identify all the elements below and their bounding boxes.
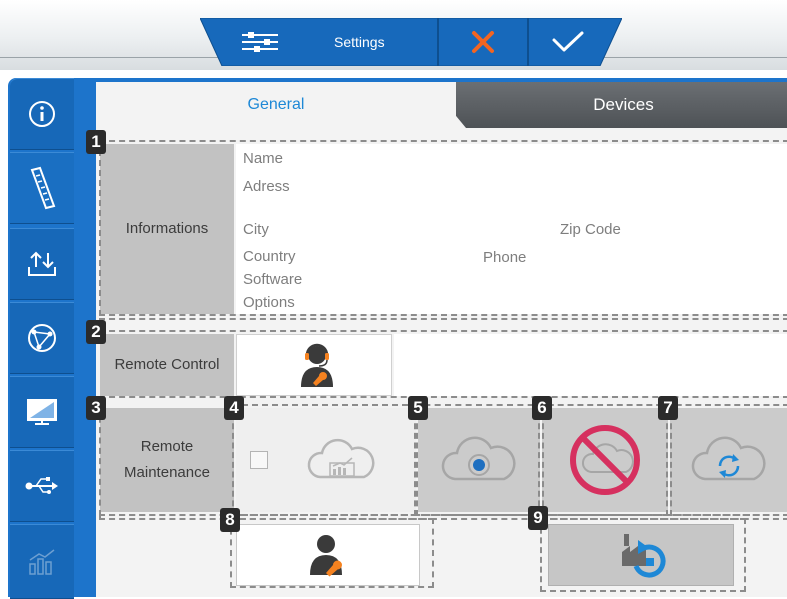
tab-devices[interactable]: Devices	[420, 82, 787, 128]
remote-maintenance-label-line2: Maintenance	[124, 464, 210, 481]
remote-control-label-cell: Remote Control	[100, 334, 234, 396]
forbidden-cloud-icon	[570, 425, 640, 495]
cloud-target-icon	[441, 436, 516, 481]
phone-field[interactable]: Phone	[483, 249, 526, 266]
cancel-button[interactable]	[438, 18, 528, 66]
cloud-connect-tile[interactable]	[418, 408, 540, 512]
confirm-button[interactable]	[528, 18, 608, 66]
cloud-sync-tile[interactable]	[670, 408, 787, 512]
network-icon	[28, 324, 56, 352]
callout-badge-8: 8	[220, 508, 240, 532]
toolbar: Settings	[200, 18, 622, 66]
callout-badge-4: 4	[224, 396, 244, 420]
remote-maintenance-label-line1: Remote	[140, 438, 194, 455]
settings-button[interactable]: Settings	[230, 18, 438, 66]
remote-maintenance-label-cell: Remote Maintenance	[100, 408, 234, 512]
service-access-button[interactable]	[236, 524, 420, 586]
remote-control-label: Remote Control	[114, 356, 220, 373]
factory-reset-button[interactable]	[548, 524, 734, 586]
callout-badge-1: 1	[86, 130, 106, 154]
adress-field[interactable]: Adress	[243, 178, 290, 195]
remote-control-panel	[394, 334, 787, 396]
sliders-icon	[242, 32, 278, 52]
ruler-icon	[30, 166, 56, 210]
cloud-statistics-tile[interactable]	[236, 408, 416, 512]
check-icon	[552, 31, 584, 52]
cloud-disabled-tile[interactable]	[542, 408, 668, 512]
tab-separator	[420, 82, 466, 128]
informations-panel: Name Adress City Zip Code Country Phone …	[236, 144, 787, 314]
close-icon	[472, 31, 494, 53]
sidebar-item-statistics[interactable]	[10, 524, 74, 599]
tab-general[interactable]: General	[96, 82, 456, 128]
usb-icon	[25, 477, 58, 494]
sidebar-item-transfer[interactable]	[10, 228, 74, 300]
sidebar-item-usb[interactable]	[10, 450, 74, 522]
callout-badge-7: 7	[658, 396, 678, 420]
callout-badge-3: 3	[86, 396, 106, 420]
sidebar-item-measure[interactable]	[10, 152, 74, 224]
factory-reset-icon	[622, 534, 666, 578]
name-field[interactable]: Name	[243, 150, 283, 167]
tab-underline	[96, 128, 787, 136]
settings-label: Settings	[334, 34, 385, 50]
country-field[interactable]: Country	[243, 248, 296, 265]
chart-icon	[29, 548, 55, 575]
callout-badge-5: 5	[408, 396, 428, 420]
tab-general-label: General	[247, 96, 305, 113]
info-icon	[29, 101, 55, 127]
informations-label: Informations	[125, 220, 209, 237]
monitor-icon	[27, 399, 57, 425]
city-field[interactable]: City	[243, 221, 269, 238]
cloud-statistics-checkbox[interactable]	[250, 451, 268, 469]
transfer-icon	[28, 251, 56, 276]
software-field: Software	[243, 271, 303, 288]
technician-icon	[310, 535, 342, 577]
cloud-chart-icon	[307, 438, 375, 479]
tab-devices-label: Devices	[593, 95, 654, 114]
informations-label-cell: Informations	[100, 144, 234, 314]
zip-code-field[interactable]: Zip Code	[560, 221, 621, 238]
sidebar-item-info[interactable]	[10, 78, 74, 150]
callout-badge-9: 9	[528, 506, 548, 530]
sidebar-item-network[interactable]	[10, 302, 74, 374]
support-agent-icon	[301, 343, 333, 387]
sidebar-item-display[interactable]	[10, 376, 74, 448]
options-field: Options	[243, 294, 295, 311]
cloud-sync-icon	[691, 436, 766, 481]
callout-badge-2: 2	[86, 320, 106, 344]
callout-badge-6: 6	[532, 396, 552, 420]
remote-control-button[interactable]	[236, 334, 392, 396]
